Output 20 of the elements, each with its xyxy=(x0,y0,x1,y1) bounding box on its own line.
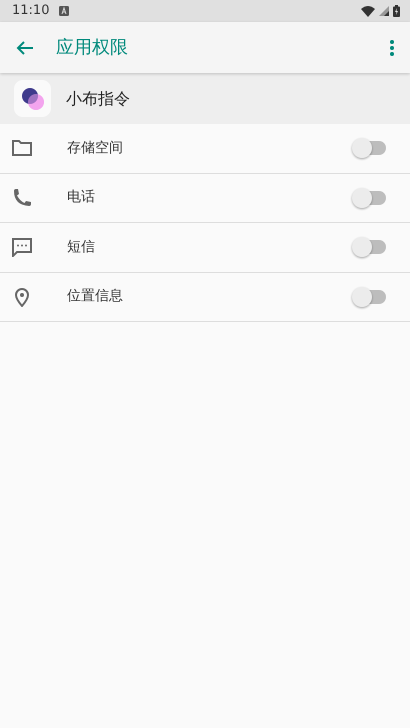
status-time: 11:10 xyxy=(12,2,50,20)
permission-label: 存储空间 xyxy=(67,138,123,158)
phone-icon xyxy=(12,188,32,208)
signal-icon xyxy=(379,6,389,16)
notification-icon xyxy=(59,6,70,16)
app-icon xyxy=(14,80,51,117)
folder-icon xyxy=(12,138,32,158)
app-name: 小布指令 xyxy=(66,88,130,110)
message-icon xyxy=(12,237,32,258)
permission-label: 短信 xyxy=(67,238,95,257)
wifi-icon xyxy=(361,6,375,16)
permission-label: 电话 xyxy=(67,188,95,208)
permission-switch[interactable] xyxy=(354,141,386,156)
permission-switch[interactable] xyxy=(354,190,386,205)
battery-icon xyxy=(393,5,400,17)
permission-switch[interactable] xyxy=(354,240,386,254)
permission-label: 位置信息 xyxy=(67,287,123,306)
location-icon xyxy=(12,286,32,307)
page-title: 应用权限 xyxy=(56,36,128,60)
permission-switch[interactable] xyxy=(354,290,386,304)
